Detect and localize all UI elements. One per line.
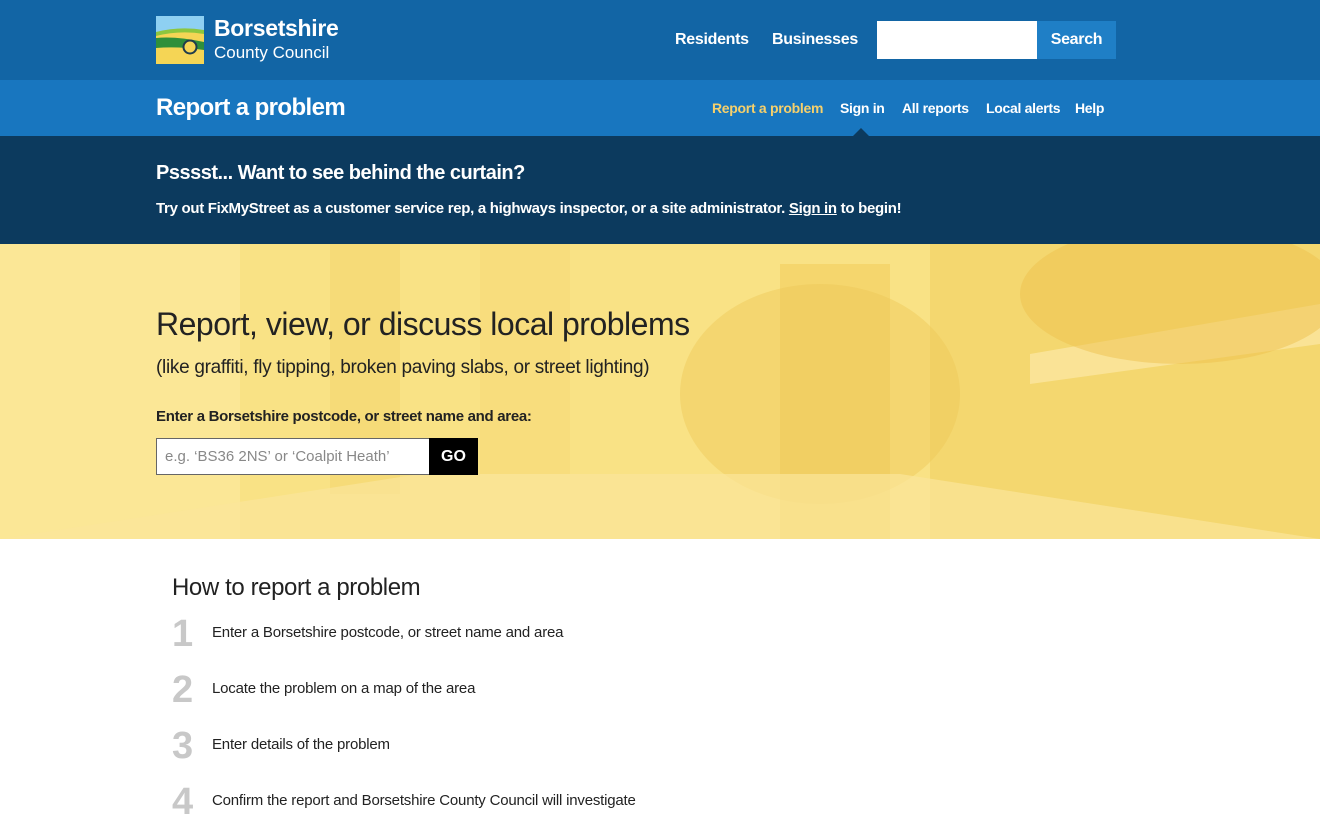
how-to-step: 2 Locate the problem on a map of the are… (172, 670, 872, 714)
step-number: 2 (172, 669, 194, 711)
logo-line1: Borsetshire (214, 15, 339, 41)
council-logo-text: Borsetshire County Council (214, 15, 339, 62)
step-number: 3 (172, 725, 194, 767)
businesses-link[interactable]: Businesses (772, 31, 858, 49)
demo-banner-title: Psssst... Want to see behind the curtain… (156, 162, 525, 184)
postcode-input[interactable] (156, 438, 430, 475)
step-number: 1 (172, 613, 194, 655)
step-number: 4 (172, 781, 194, 823)
step-text: Enter a Borsetshire postcode, or street … (212, 624, 564, 641)
demo-text-before: Try out FixMyStreet as a customer servic… (156, 200, 789, 217)
site-title[interactable]: Report a problem (156, 94, 346, 122)
site-search-button[interactable]: Search (1037, 21, 1116, 59)
nav-local-alerts[interactable]: Local alerts (986, 100, 1061, 116)
demo-banner-text: Try out FixMyStreet as a customer servic… (156, 200, 902, 217)
how-to-step: 4 Confirm the report and Borsetshire Cou… (172, 782, 872, 826)
demo-sign-in-link[interactable]: Sign in (789, 200, 837, 217)
how-to-step: 1 Enter a Borsetshire postcode, or stree… (172, 614, 872, 658)
council-logo[interactable]: Borsetshire County Council (156, 16, 339, 64)
go-button[interactable]: GO (429, 438, 478, 475)
step-text: Confirm the report and Borsetshire Count… (212, 792, 636, 809)
hero-subheading: (like graffiti, fly tipping, broken pavi… (156, 357, 650, 378)
step-text: Enter details of the problem (212, 736, 390, 753)
hero-background-image (0, 244, 1320, 539)
nav-sign-in[interactable]: Sign in (840, 100, 885, 116)
how-to-title: How to report a problem (172, 574, 421, 601)
how-to-step: 3 Enter details of the problem (172, 726, 872, 770)
demo-banner: Psssst... Want to see behind the curtain… (0, 136, 1320, 244)
postcode-label: Enter a Borsetshire postcode, or street … (156, 408, 532, 425)
logo-line2: County Council (214, 43, 330, 62)
council-logo-icon (156, 16, 204, 64)
site-navigation: Report a problem Report a problem Sign i… (0, 80, 1320, 136)
residents-link[interactable]: Residents (675, 31, 749, 49)
site-search-input[interactable] (877, 21, 1037, 59)
top-header: Borsetshire County Council Residents Bus… (0, 0, 1320, 80)
nav-report-a-problem[interactable]: Report a problem (712, 100, 823, 116)
step-text: Locate the problem on a map of the area (212, 680, 476, 697)
active-nav-caret (853, 128, 869, 136)
hero-section: Report, view, or discuss local problems … (0, 244, 1320, 539)
hero-heading: Report, view, or discuss local problems (156, 306, 690, 342)
demo-text-after: to begin! (836, 200, 902, 217)
nav-help[interactable]: Help (1075, 100, 1104, 116)
nav-all-reports[interactable]: All reports (902, 100, 969, 116)
